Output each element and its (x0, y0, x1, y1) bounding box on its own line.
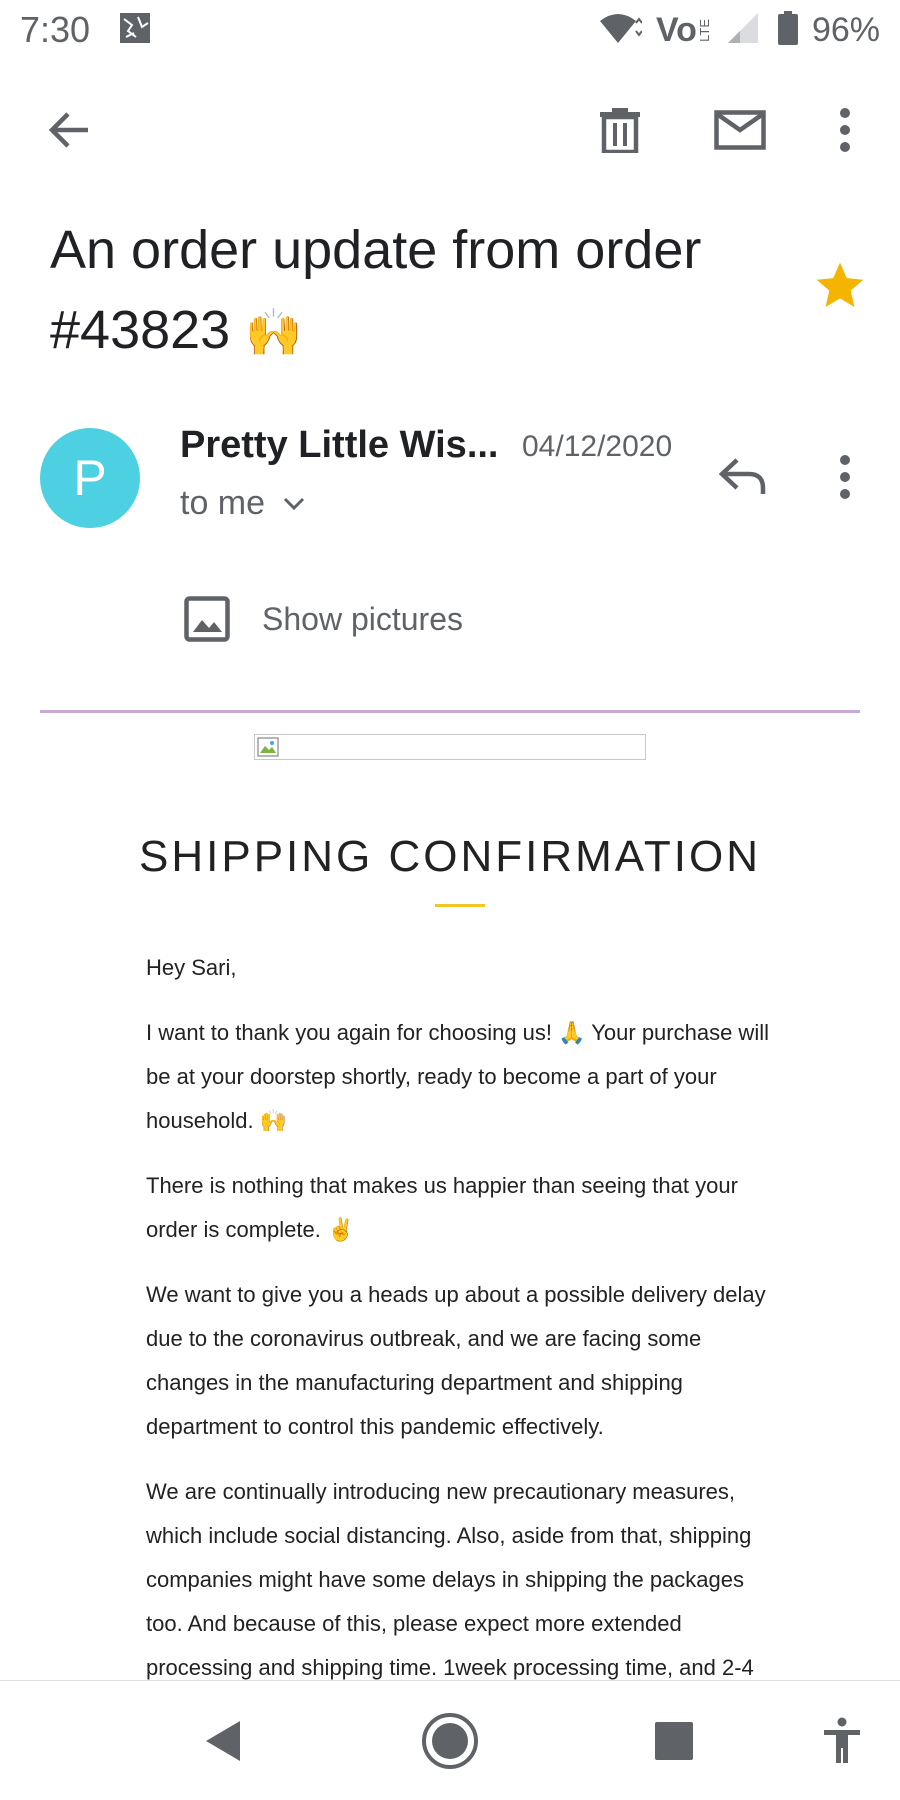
broken-banner-image (254, 734, 646, 760)
recipient-label: to me (180, 484, 266, 522)
subject-text: An order update from order #43823 (50, 220, 702, 360)
message-more-button[interactable] (822, 444, 868, 510)
nav-back-icon (206, 1721, 240, 1761)
body-paragraph: I want to thank you again for choosing u… (146, 1020, 769, 1133)
more-vert-icon (840, 455, 850, 499)
system-nav-bar (0, 1680, 900, 1800)
notification-icon (118, 11, 152, 50)
show-pictures-button[interactable]: Show pictures (184, 596, 463, 642)
recipient-details-toggle[interactable]: to me (180, 484, 305, 523)
accessibility-icon (824, 1717, 860, 1763)
shipping-heading: SHIPPING CONFIRMATION (139, 832, 761, 881)
reply-icon (719, 458, 766, 494)
star-button[interactable] (812, 258, 868, 314)
nav-back-button[interactable] (186, 1703, 262, 1779)
delete-button[interactable] (586, 96, 654, 164)
reply-button[interactable] (710, 444, 776, 510)
status-time: 7:30 (20, 9, 91, 50)
nav-recents-icon (655, 1722, 693, 1760)
nav-home-button[interactable] (412, 1703, 488, 1779)
back-button[interactable] (36, 96, 104, 164)
body-paragraph: We want to give you a heads up about a p… (146, 1282, 766, 1439)
nav-recents-button[interactable] (636, 1703, 712, 1779)
signal-icon (726, 11, 764, 50)
status-left: 7:30 (20, 9, 152, 51)
broken-image-icon (257, 737, 279, 757)
chevron-down-icon (283, 497, 305, 510)
status-right: Vo LTE 96% (598, 10, 880, 50)
star-icon (816, 262, 864, 307)
email-subject: An order update from order #43823 🙌 (50, 210, 770, 372)
heading-underline (435, 904, 485, 907)
battery-icon (777, 10, 798, 50)
volte-icon: Vo LTE (656, 11, 712, 50)
subject-emoji: 🙌 (245, 306, 303, 358)
email-date: 04/12/2020 (522, 430, 673, 463)
battery-percent: 96% (811, 10, 880, 49)
mail-icon (714, 110, 766, 150)
accessibility-button[interactable] (804, 1703, 880, 1779)
sender-avatar[interactable]: P (40, 428, 140, 528)
arrow-left-icon (48, 112, 88, 148)
status-bar: 7:30 Vo LTE 96% (0, 0, 900, 60)
greeting: Hey Sari, (146, 955, 237, 980)
app-bar (0, 88, 900, 172)
lte-label: LTE (696, 18, 712, 42)
more-options-button[interactable] (820, 96, 870, 164)
body-paragraph: There is nothing that makes us happier t… (146, 1173, 738, 1242)
body-paragraph: We are continually introducing new preca… (146, 1479, 754, 1680)
show-pictures-label: Show pictures (262, 600, 463, 637)
trash-icon (600, 108, 640, 153)
mark-unread-button[interactable] (706, 96, 774, 164)
image-icon (184, 596, 230, 642)
more-vert-icon (840, 108, 850, 152)
nav-home-icon (422, 1713, 478, 1769)
wifi-icon (598, 11, 643, 50)
sender-name[interactable]: Pretty Little Wis... (180, 424, 499, 467)
volte-label: Vo (656, 10, 697, 49)
content-divider (40, 710, 860, 713)
email-body: Hey Sari, I want to thank you again for … (146, 946, 786, 1711)
